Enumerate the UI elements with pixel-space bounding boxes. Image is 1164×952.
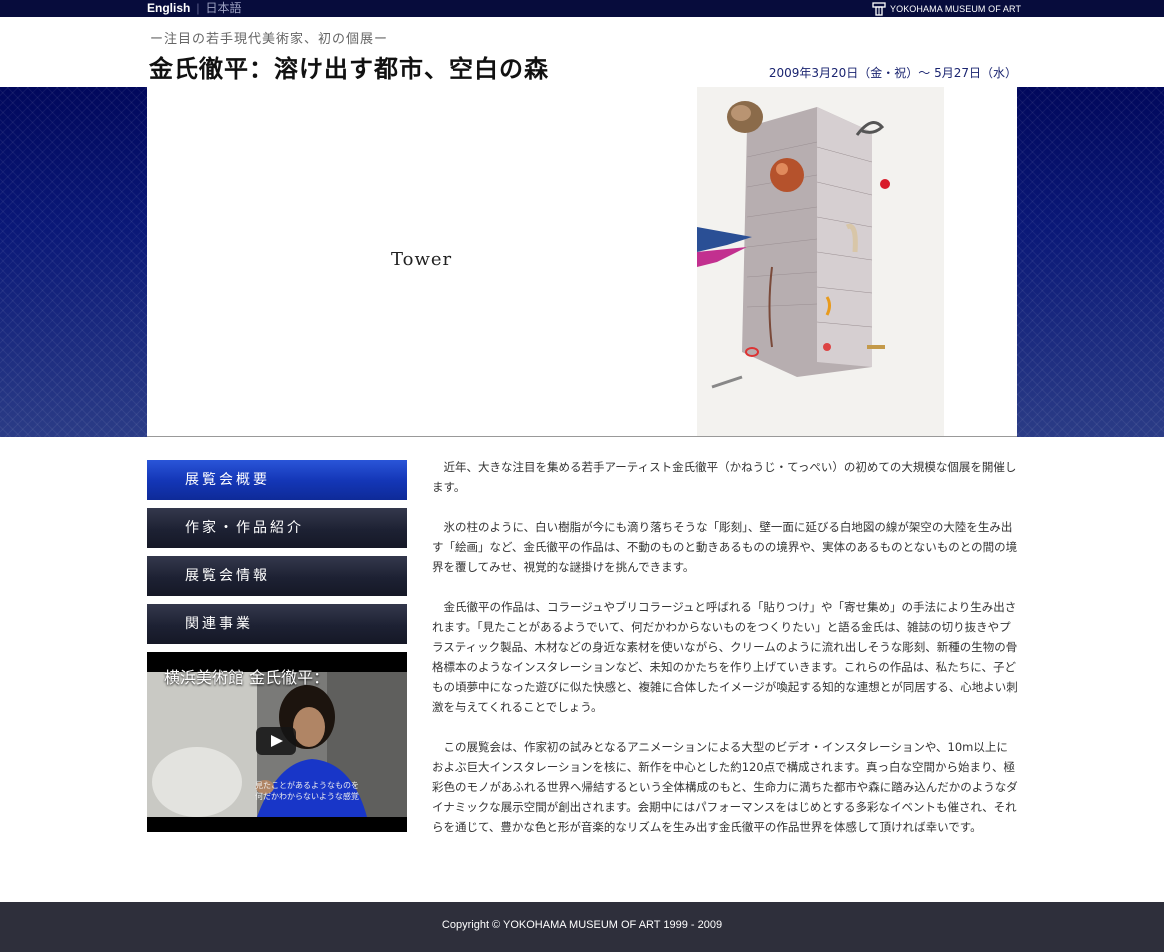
page-header: ー注目の若手現代美術家、初の個展ー 金氏徹平：溶け出す都市、空白の森 2009年…	[0, 17, 1164, 87]
lang-english-link[interactable]: English	[147, 1, 190, 15]
lang-japanese-link[interactable]: 日本語	[205, 1, 241, 15]
exhibition-subtitle: ー注目の若手現代美術家、初の個展ー	[150, 32, 389, 47]
play-icon[interactable]	[256, 727, 296, 755]
intro-paragraph-1: 近年、大きな注目を集める若手アーティスト金氏徹平（かねうじ・てっぺい）の初めての…	[432, 460, 1017, 494]
main-content: 近年、大きな注目を集める若手アーティスト金氏徹平（かねうじ・てっぺい）の初めての…	[432, 457, 1018, 857]
museum-logo-icon	[872, 1, 886, 16]
exhibition-title: 金氏徹平：溶け出す都市、空白の森	[149, 54, 549, 83]
intro-paragraph-4: この展覧会は、作家初の試みとなるアニメーションによる大型のビデオ・インスタレーシ…	[432, 740, 1018, 834]
nav-item-overview[interactable]: 展覧会概要	[147, 460, 407, 500]
nav-item-artist-works[interactable]: 作家・作品紹介	[147, 508, 407, 548]
video-player[interactable]: 横浜美術館 金氏徹平： 見たことがあるようなものを 何だかわからないような感覚	[147, 652, 407, 832]
hero-panel: Tower	[147, 87, 1017, 437]
intro-paragraph-2: 氷の柱のように、白い樹脂が今にも滴り落ちそうな「彫刻」、壁一面に延びる白地図の線…	[432, 520, 1018, 574]
page-footer: Copyright © YOKOHAMA MUSEUM OF ART 1999 …	[0, 902, 1164, 952]
video-title: 横浜美術館 金氏徹平：	[164, 668, 330, 687]
video-caption-line1: 見たことがあるようなものを	[255, 781, 359, 790]
nav-item-exhibition-info[interactable]: 展覧会情報	[147, 556, 407, 596]
exhibition-dates: 2009年3月20日（金・祝）〜 5月27日（水）	[768, 66, 1017, 80]
artwork-title: Tower	[391, 249, 453, 270]
sidebar-nav: 展覧会概要 作家・作品紹介 展覧会情報 関連事業 横浜美術館 金氏徹平： 見たこ…	[147, 460, 407, 832]
museum-name: YOKOHAMA MUSEUM OF ART	[890, 3, 1022, 14]
intro-paragraph-3: 金氏徹平の作品は、コラージュやブリコラージュと呼ばれる「貼りつけ」や「寄せ集め」…	[432, 600, 1018, 714]
tower-artwork-image	[697, 87, 944, 436]
nav-item-related-events[interactable]: 関連事業	[147, 604, 407, 644]
video-caption: 見たことがあるようなものを 何だかわからないような感覚	[255, 780, 359, 802]
museum-logo[interactable]: YOKOHAMA MUSEUM OF ART	[872, 1, 1021, 16]
copyright-text: Copyright © YOKOHAMA MUSEUM OF ART 1999 …	[441, 919, 723, 931]
video-caption-line2: 何だかわからないような感覚	[255, 792, 359, 801]
language-switcher: English | 日本語	[147, 1, 241, 15]
lang-separator: |	[196, 1, 200, 15]
hero-banner: Tower	[0, 87, 1164, 437]
top-bar: English | 日本語 YOKOHAMA MUSEUM OF ART	[0, 0, 1164, 17]
